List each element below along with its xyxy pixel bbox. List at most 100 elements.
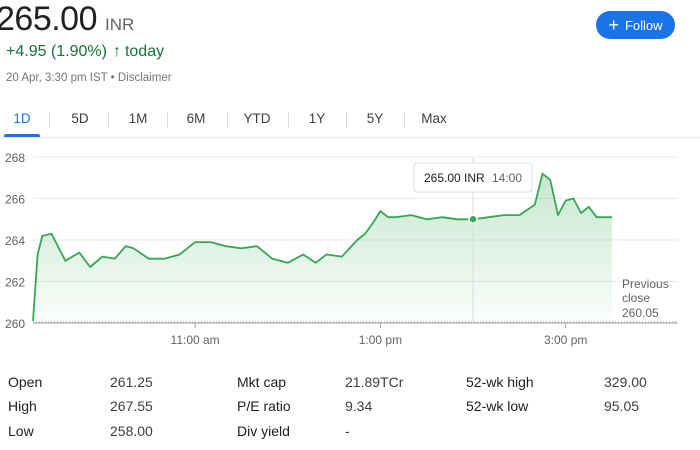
price-point[interactable] <box>486 215 491 220</box>
price-point[interactable] <box>324 252 329 257</box>
change-period: today <box>124 43 165 60</box>
y-tick-label: 262 <box>5 276 25 290</box>
price-point[interactable] <box>594 215 599 220</box>
price-point[interactable] <box>586 204 591 209</box>
price-point[interactable] <box>517 213 522 218</box>
price-point[interactable] <box>77 250 82 255</box>
price-point[interactable] <box>579 211 584 216</box>
tab-5d[interactable]: 5D <box>62 106 98 132</box>
price-point[interactable] <box>501 213 506 218</box>
price-point[interactable] <box>362 231 367 236</box>
price-point[interactable] <box>355 238 360 243</box>
x-tick-label: 1:00 pm <box>359 333 402 347</box>
previous-close-label: close <box>622 291 650 305</box>
stat-value-pe-ratio: 9.34 <box>345 398 373 414</box>
price-change: +4.95 (1.90%) ↑ today <box>6 43 164 61</box>
price-point[interactable] <box>548 177 553 182</box>
price-point[interactable] <box>31 318 36 323</box>
stat-label-low: Low <box>8 423 34 439</box>
price-point[interactable] <box>563 198 568 203</box>
price-point[interactable] <box>49 231 54 236</box>
tooltip-time: 14:00 <box>492 171 522 185</box>
price-point[interactable] <box>270 256 275 261</box>
price-point[interactable] <box>100 254 105 259</box>
price-point[interactable] <box>555 213 560 218</box>
quote-meta: 20 Apr, 3:30 pm IST • Disclaimer <box>6 72 172 84</box>
stat-label-open: Open <box>8 374 43 390</box>
tab-6m[interactable]: 6M <box>178 106 214 132</box>
currency-label: INR <box>105 15 135 34</box>
price-point[interactable] <box>146 256 151 261</box>
price-point[interactable] <box>301 252 306 257</box>
tab-divider <box>288 112 289 128</box>
tooltip-dot <box>468 214 478 224</box>
tab-5y[interactable]: 5Y <box>357 106 393 132</box>
disclaimer-link[interactable]: Disclaimer <box>118 72 172 84</box>
price-point[interactable] <box>123 244 128 249</box>
arrow-up-icon: ↑ <box>112 43 121 60</box>
price-point[interactable] <box>313 260 318 265</box>
tab-1d[interactable]: 1D <box>4 106 40 132</box>
stat-label-52wk-low: 52-wk low <box>466 398 529 414</box>
quote-timestamp: 20 Apr, 3:30 pm IST <box>6 72 108 84</box>
price-point[interactable] <box>193 240 198 245</box>
tab-ytd[interactable]: YTD <box>237 106 277 132</box>
stat-label-div-yield: Div yield <box>237 423 290 439</box>
stat-value-52wk-low: 95.05 <box>604 398 640 414</box>
x-tick-label: 3:00 pm <box>544 333 587 347</box>
tab-1m[interactable]: 1M <box>120 106 156 132</box>
stat-value-52wk-high: 329.00 <box>604 374 647 390</box>
price-point[interactable] <box>254 244 259 249</box>
chart-tooltip: 265.00 INR 14:00 <box>413 162 533 193</box>
price-point[interactable] <box>532 202 537 207</box>
price-point[interactable] <box>63 258 68 263</box>
price-point[interactable] <box>571 196 576 201</box>
stat-value-div-yield: - <box>345 423 350 439</box>
follow-button[interactable]: + Follow <box>596 11 675 39</box>
stat-value-high: 267.55 <box>110 398 153 414</box>
price-point[interactable] <box>162 256 167 261</box>
meta-separator: • <box>110 72 115 84</box>
price-point[interactable] <box>208 240 213 245</box>
stat-label-pe-ratio: P/E ratio <box>237 398 291 414</box>
price-point[interactable] <box>177 252 182 257</box>
price-point[interactable] <box>224 244 229 249</box>
price-point[interactable] <box>455 217 460 222</box>
price-point[interactable] <box>239 246 244 251</box>
tab-divider <box>404 112 405 128</box>
price-point[interactable] <box>602 215 607 220</box>
price-chart[interactable]: 268 266 264 262 260 Previousclose260.05 11:0… <box>0 140 700 355</box>
price-point[interactable] <box>40 233 45 238</box>
price-point[interactable] <box>131 246 136 251</box>
current-price: 265.00 <box>0 0 98 38</box>
tab-max[interactable]: Max <box>413 106 455 132</box>
price-point[interactable] <box>440 215 445 220</box>
x-tick-label: 11:00 am <box>171 333 220 347</box>
price-point[interactable] <box>378 208 383 213</box>
y-tick-label: 268 <box>5 151 25 165</box>
previous-close-value: 260.05 <box>622 306 659 320</box>
price-point[interactable] <box>540 171 545 176</box>
price-point[interactable] <box>112 256 117 261</box>
tabs-divider-line <box>0 137 700 138</box>
tab-divider <box>346 112 347 128</box>
stat-value-low: 258.00 <box>110 423 153 439</box>
stat-value-open: 261.25 <box>110 374 153 390</box>
price-point[interactable] <box>35 252 40 257</box>
price-point[interactable] <box>339 254 344 259</box>
price-point[interactable] <box>424 217 429 222</box>
price-point[interactable] <box>386 215 391 220</box>
y-tick-label: 266 <box>5 193 25 207</box>
tab-1y[interactable]: 1Y <box>299 106 335 132</box>
tooltip-price: 265.00 INR <box>424 171 485 185</box>
price-point[interactable] <box>370 221 375 226</box>
price-point[interactable] <box>285 260 290 265</box>
tab-divider <box>49 112 50 128</box>
tab-divider <box>108 112 109 128</box>
price-point[interactable] <box>393 215 398 220</box>
tab-divider <box>167 112 168 128</box>
price-point[interactable] <box>88 264 93 269</box>
price-point[interactable] <box>610 215 615 220</box>
price-point[interactable] <box>409 213 414 218</box>
tab-divider <box>227 112 228 128</box>
